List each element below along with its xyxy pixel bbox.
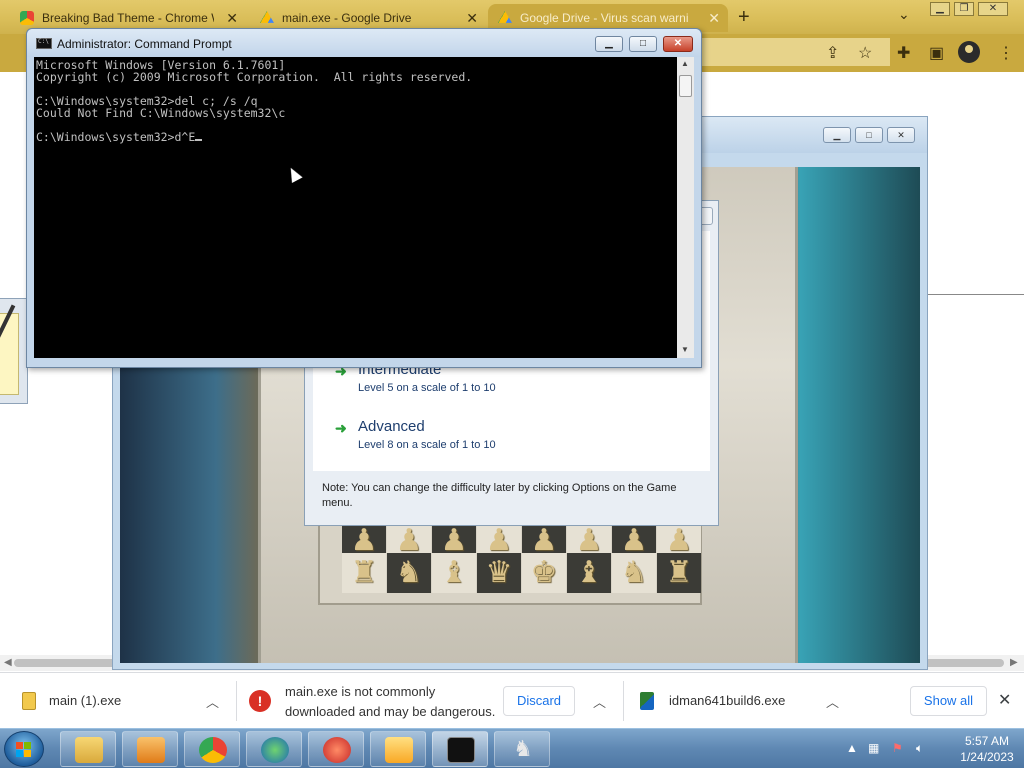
windows-logo-icon <box>16 742 32 758</box>
bookmark-star-icon[interactable]: ☆ <box>858 43 872 63</box>
chevron-up-icon[interactable]: ︿ <box>593 692 606 711</box>
chess-piece[interactable]: ♝ <box>432 553 476 593</box>
chrome-icon <box>199 737 227 763</box>
chess-piece[interactable]: ♝ <box>567 553 611 593</box>
profile-avatar-icon[interactable] <box>958 41 980 63</box>
tab-title: Google Drive - Virus scan warni <box>520 11 689 25</box>
green-arrow-icon: ➜ <box>335 420 347 436</box>
volume-icon[interactable]: 🔈︎ <box>916 741 923 756</box>
cmd-console-output[interactable]: Microsoft Windows [Version 6.1.7601] Cop… <box>34 57 677 358</box>
clock-time[interactable]: 5:57 AM <box>952 734 1022 748</box>
exe-file-icon <box>22 692 36 710</box>
taskbar-command-prompt[interactable] <box>432 731 488 767</box>
taskbar-chess[interactable]: ♞ <box>494 731 550 767</box>
restore-icon[interactable]: ❐ <box>954 2 974 16</box>
new-tab-button[interactable]: + <box>738 6 750 29</box>
option-description: Level 5 on a scale of 1 to 10 <box>358 382 496 394</box>
start-button[interactable] <box>4 731 44 767</box>
show-all-downloads-button[interactable]: Show all <box>910 686 987 716</box>
scroll-right-icon[interactable]: ▶ <box>1010 657 1018 668</box>
media-player-icon <box>137 737 165 763</box>
download-bar: main (1).exe ︿ ! main.exe is not commonl… <box>0 672 1024 728</box>
windows-taskbar: ♞ ▲ ▦ ⚑ 🔈︎ 5:57 AM 1/24/2023 <box>0 728 1024 768</box>
cmd-title-bar[interactable]: Administrator: Command Prompt ▁ □ ✕ <box>27 29 701 57</box>
google-drive-icon <box>260 11 274 23</box>
chess-piece[interactable]: ♜ <box>342 553 386 593</box>
tab-close-icon[interactable]: ✕ <box>226 10 238 27</box>
console-icon <box>36 38 52 49</box>
chevron-up-icon[interactable]: ︿ <box>206 692 219 711</box>
download-filename: main (1).exe <box>49 693 122 708</box>
scrollbar-thumb[interactable] <box>679 75 692 97</box>
chess-minimize-icon[interactable]: ▁ <box>823 127 851 143</box>
chess-close-icon[interactable]: ✕ <box>887 127 915 143</box>
option-title: Advanced <box>358 418 425 435</box>
cmd-maximize-button[interactable]: □ <box>629 36 657 52</box>
download-item-main-1[interactable]: main (1).exe ︿ <box>0 673 236 729</box>
globe-icon <box>261 737 289 763</box>
clock-date[interactable]: 1/24/2023 <box>952 750 1022 764</box>
tab-title: Breaking Bad Theme - Chrome W <box>42 11 214 25</box>
download-item-idman[interactable]: idman641build6.exe ︿ <box>624 673 854 729</box>
taskbar-app[interactable] <box>308 731 364 767</box>
download-warning-text: downloaded and may be dangerous. <box>285 704 496 719</box>
cmd-window-title: Administrator: Command Prompt <box>57 37 232 51</box>
chrome-webstore-icon <box>20 11 34 25</box>
scroll-down-icon[interactable]: ▼ <box>681 345 689 354</box>
tab-close-icon[interactable]: ✕ <box>466 10 478 27</box>
tab-search-chevron-icon[interactable]: ⌄ <box>898 6 910 23</box>
chess-piece[interactable]: ♞ <box>387 553 431 593</box>
chess-piece[interactable]: ♞ <box>612 553 656 593</box>
taskbar-globe[interactable] <box>246 731 302 767</box>
download-warning-text: main.exe is not commonly <box>285 684 436 699</box>
chess-maximize-icon[interactable]: □ <box>855 127 883 143</box>
app-icon <box>323 737 351 763</box>
cmd-close-button[interactable]: ✕ <box>663 36 693 52</box>
console-icon <box>447 737 475 763</box>
cmd-minimize-button[interactable]: ▁ <box>595 36 623 52</box>
minimize-icon[interactable]: ▁ <box>930 2 950 16</box>
scroll-left-icon[interactable]: ◀ <box>4 657 12 668</box>
side-panel-icon[interactable]: ▣ <box>929 43 944 63</box>
difficulty-note: Note: You can change the difficulty late… <box>322 482 677 509</box>
share-icon[interactable]: ⇪ <box>826 43 839 63</box>
command-prompt-window[interactable]: Administrator: Command Prompt ▁ □ ✕ Micr… <box>26 28 702 368</box>
cmd-vertical-scrollbar[interactable]: ▲ ▼ <box>677 57 694 358</box>
disk-icon <box>385 737 413 763</box>
text-cursor <box>195 139 203 141</box>
tab-close-icon[interactable]: ✕ <box>708 10 720 27</box>
chess-piece[interactable]: ♜ <box>657 553 701 593</box>
taskbar-explorer[interactable] <box>60 731 116 767</box>
console-line: Could Not Find C:\Windows\system32\c <box>36 106 286 120</box>
close-download-bar-icon[interactable]: ✕ <box>998 690 1011 710</box>
tab-title: main.exe - Google Drive <box>282 11 412 25</box>
taskbar-chrome[interactable] <box>184 731 240 767</box>
chess-piece[interactable]: ♛ <box>477 553 521 593</box>
installer-file-icon <box>640 692 654 710</box>
danger-warning-icon: ! <box>249 690 271 712</box>
network-icon[interactable]: ▦ <box>868 741 879 755</box>
download-filename: idman641build6.exe <box>669 693 786 708</box>
chess-piece-icon: ♞ <box>513 737 533 762</box>
close-icon[interactable]: ✕ <box>978 2 1008 16</box>
sticky-notes-window[interactable] <box>0 298 28 404</box>
chess-piece[interactable]: ♚ <box>522 553 566 593</box>
folder-icon <box>75 737 103 763</box>
console-prompt: C:\Windows\system32>d^E <box>36 130 196 144</box>
chevron-up-icon[interactable]: ︿ <box>826 692 839 711</box>
show-hidden-icons-icon[interactable]: ▲ <box>846 741 858 755</box>
console-line: Copyright (c) 2009 Microsoft Corporation… <box>36 70 473 84</box>
system-tray: ▲ ▦ ⚑ 🔈︎ 5:57 AM 1/24/2023 <box>842 729 1024 768</box>
taskbar-media-player[interactable] <box>122 731 178 767</box>
extensions-puzzle-icon[interactable]: ✚ <box>897 43 910 63</box>
option-description: Level 8 on a scale of 1 to 10 <box>358 439 496 451</box>
google-drive-icon <box>498 11 512 23</box>
taskbar-save[interactable] <box>370 731 426 767</box>
action-center-flag-icon[interactable]: ⚑ <box>892 741 903 755</box>
discard-button[interactable]: Discard <box>503 686 575 716</box>
scroll-up-icon[interactable]: ▲ <box>681 59 689 68</box>
browser-menu-icon[interactable]: ⋮ <box>998 43 1014 63</box>
